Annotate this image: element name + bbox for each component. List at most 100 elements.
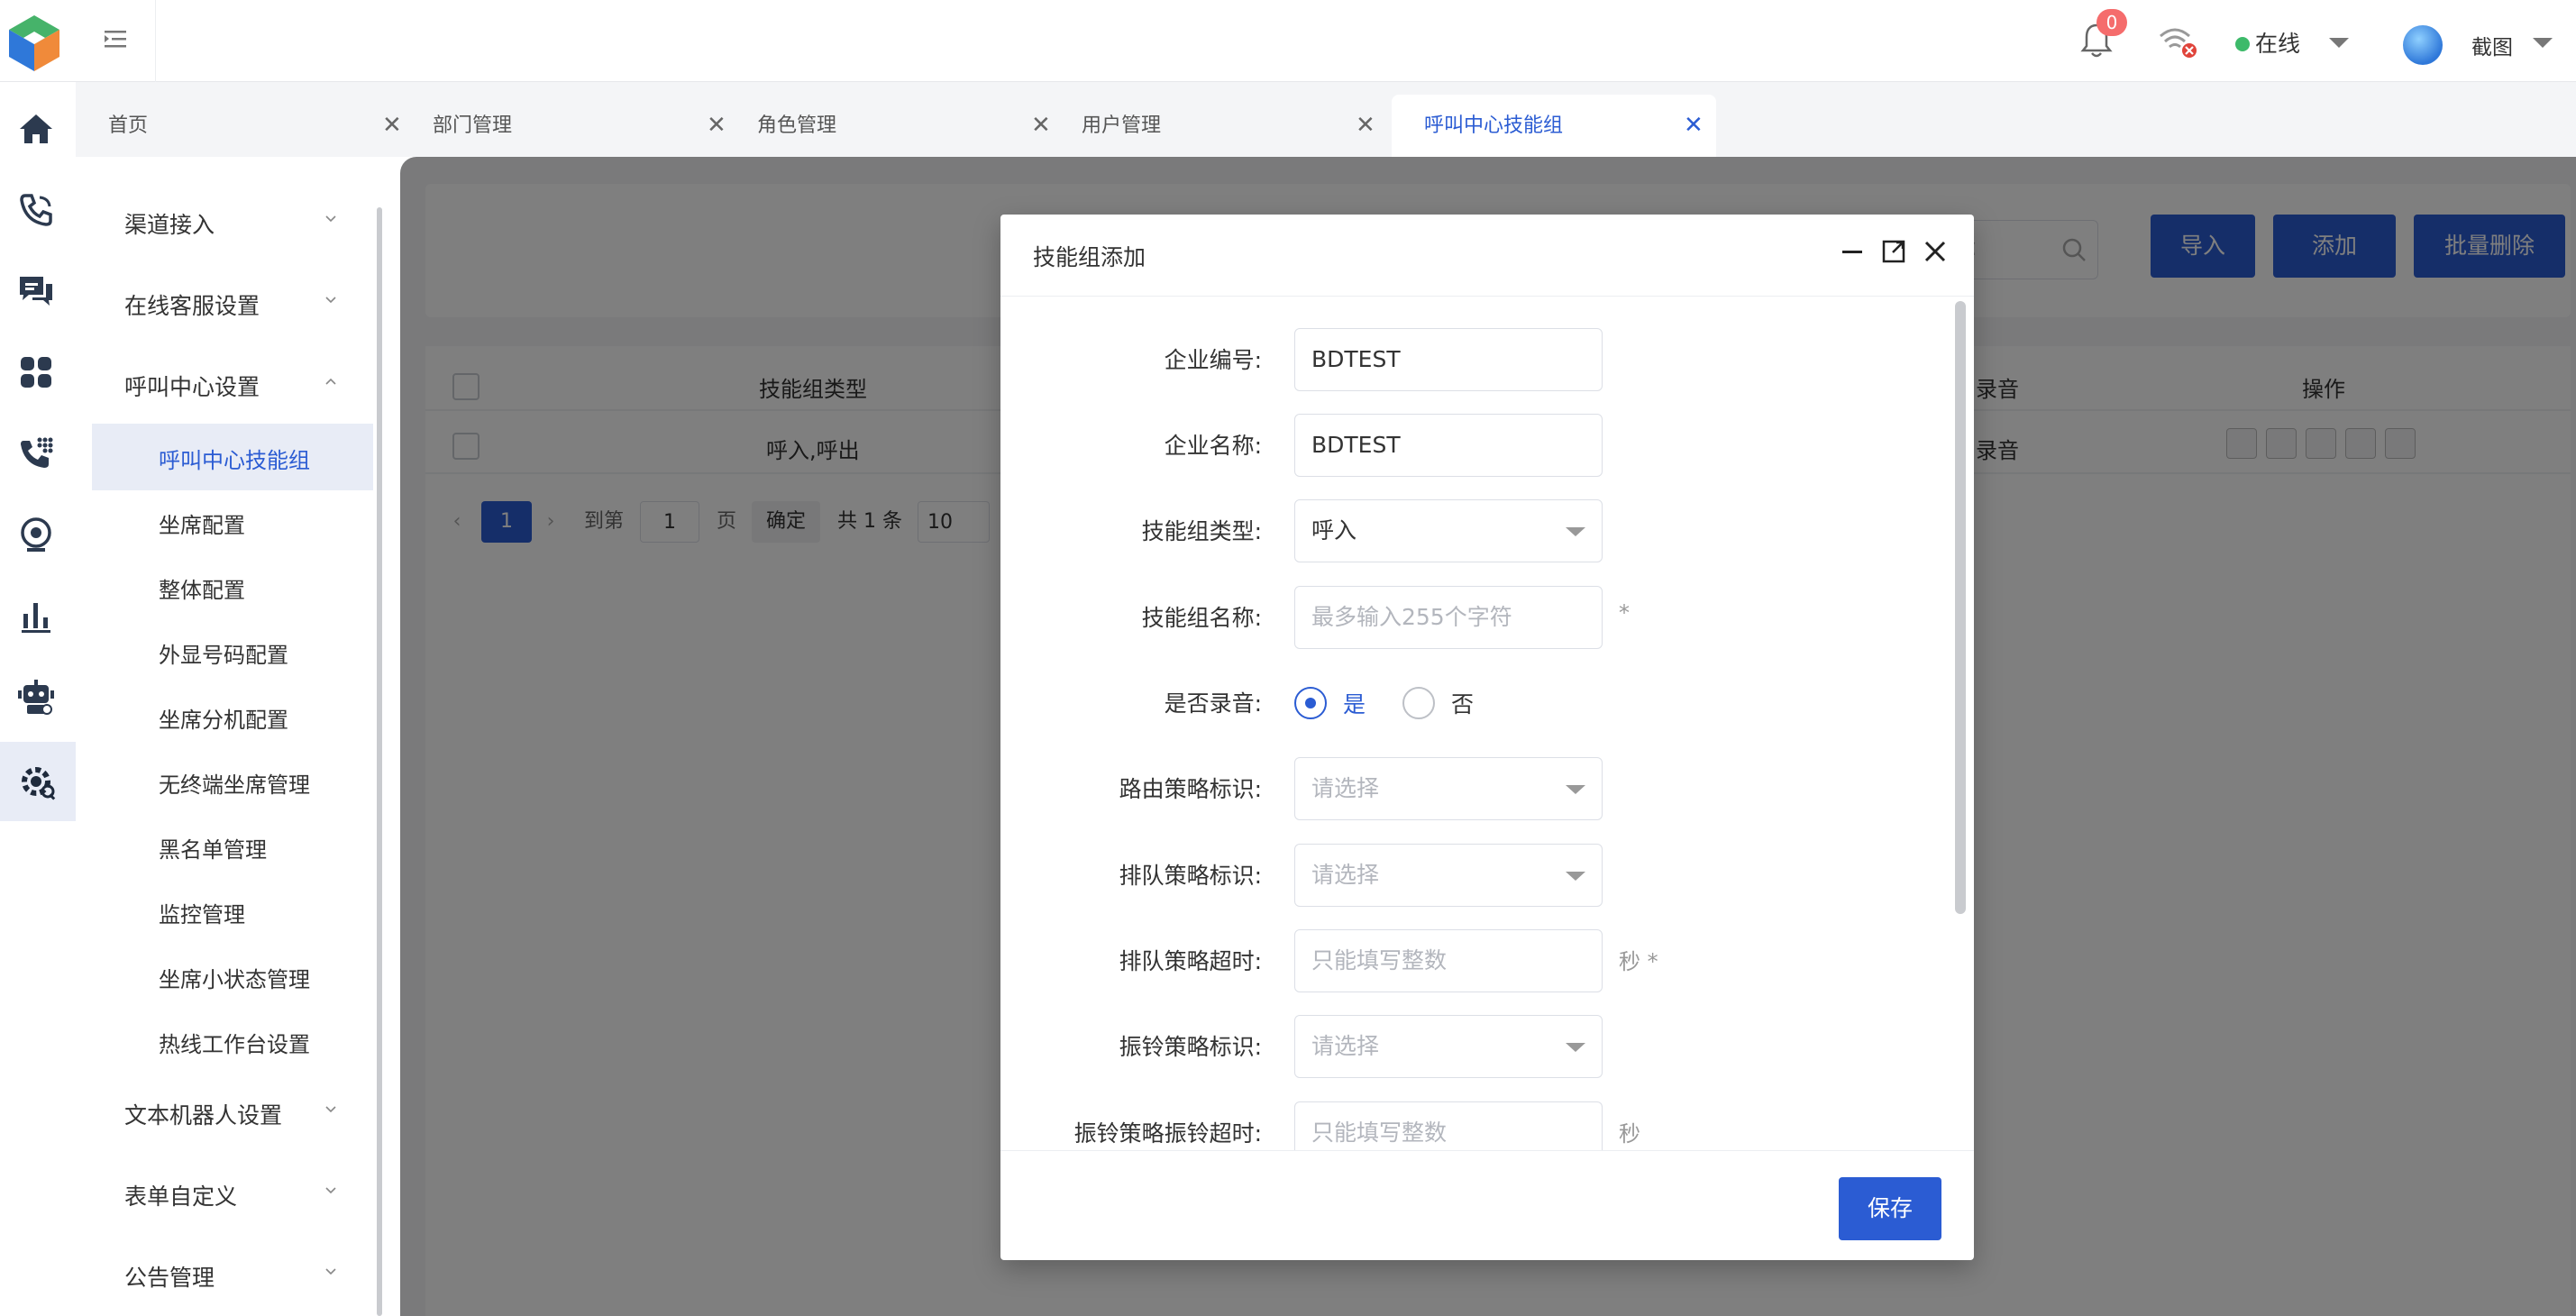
ring-timeout-unit: 秒 xyxy=(1619,1121,1640,1147)
wifi-disconnected-icon xyxy=(2160,28,2197,58)
record-yes-radio[interactable] xyxy=(1294,687,1327,719)
avatar[interactable] xyxy=(2403,25,2443,65)
phone-call-icon[interactable] xyxy=(11,185,61,235)
status-dropdown-icon[interactable] xyxy=(2329,38,2349,48)
chevron-down-icon xyxy=(325,215,336,223)
chevron-down-icon xyxy=(325,1187,336,1194)
sidebar-item-seat-config[interactable]: 坐席配置 xyxy=(159,507,245,539)
app-logo-icon xyxy=(9,15,59,71)
company-code-field[interactable]: BDTEST xyxy=(1294,328,1603,391)
required-mark: * xyxy=(1619,600,1630,626)
sidebar-group-text-robot[interactable]: 文本机器人设置 xyxy=(124,1098,282,1130)
tab-user[interactable]: 用户管理 ✕ xyxy=(1049,95,1375,157)
sidebar-item-extension-config[interactable]: 坐席分机配置 xyxy=(159,702,288,734)
online-status-dot xyxy=(2235,37,2250,51)
apps-icon[interactable] xyxy=(11,347,61,398)
sidebar-item-monitor[interactable]: 监控管理 xyxy=(159,897,245,928)
chevron-down-icon xyxy=(1566,527,1585,536)
dialog-title: 技能组添加 xyxy=(1033,244,1146,270)
route-policy-placeholder: 请选择 xyxy=(1311,775,1380,801)
home-icon[interactable] xyxy=(11,104,61,154)
sidebar-group-channel[interactable]: 渠道接入 xyxy=(124,207,215,240)
camera-icon[interactable] xyxy=(11,509,61,560)
dialog-footer-divider xyxy=(1000,1150,1974,1151)
group-name-field[interactable]: 最多输入255个字符 xyxy=(1294,586,1603,649)
online-status-text[interactable]: 在线 xyxy=(2255,26,2300,59)
sidebar-item-seat-substatus[interactable]: 坐席小状态管理 xyxy=(159,962,310,993)
sidebar-item-overall-config[interactable]: 整体配置 xyxy=(159,572,245,604)
sidebar-group-call-center[interactable]: 呼叫中心设置 xyxy=(124,370,260,402)
close-icon[interactable]: ✕ xyxy=(1684,95,1704,157)
group-type-value: 呼入 xyxy=(1311,517,1357,544)
close-icon[interactable]: ✕ xyxy=(707,95,726,157)
tab-home[interactable]: 首页 ✕ xyxy=(76,95,402,157)
chevron-down-icon xyxy=(325,297,336,304)
tabs-bar: 首页 ✕ 部门管理 ✕ 角色管理 ✕ 用户管理 ✕ 呼叫中心技能组 ✕ xyxy=(76,82,2576,157)
close-icon[interactable]: ✕ xyxy=(1031,95,1051,157)
queue-policy-select[interactable]: 请选择 xyxy=(1294,844,1603,907)
record-no-label[interactable]: 否 xyxy=(1451,687,1474,719)
record-label: 是否录音: xyxy=(1164,690,1262,717)
sidebar-group-announcement[interactable]: 公告管理 xyxy=(124,1260,215,1293)
tab-label: 首页 xyxy=(108,114,149,137)
tab-label: 呼叫中心技能组 xyxy=(1424,114,1564,137)
record-no-radio[interactable] xyxy=(1402,687,1435,719)
record-yes-label[interactable]: 是 xyxy=(1343,687,1366,719)
chevron-down-icon xyxy=(325,1106,336,1113)
route-policy-select[interactable]: 请选择 xyxy=(1294,757,1603,820)
company-code-label: 企业编号: xyxy=(1164,347,1262,373)
chevron-up-icon xyxy=(325,378,336,385)
group-type-select[interactable]: 呼入 xyxy=(1294,499,1603,562)
header-divider xyxy=(155,0,156,82)
save-button[interactable]: 保存 xyxy=(1839,1177,1941,1240)
icon-rail xyxy=(0,82,76,1316)
ring-timeout-field[interactable]: 只能填写整数 xyxy=(1294,1101,1603,1150)
top-header: 0 在线 截图 xyxy=(0,0,2576,82)
close-icon[interactable]: ✕ xyxy=(382,95,402,157)
sidebar-item-display-number[interactable]: 外显号码配置 xyxy=(159,637,288,669)
skill-group-add-dialog: 技能组添加 企业编号: BDTEST 企业名称: BDTEST 技能组类型: 呼… xyxy=(1000,215,1974,1260)
ring-policy-label: 振铃策略标识: xyxy=(1119,1034,1262,1060)
settings-gear-icon[interactable] xyxy=(0,742,76,821)
sidebar-item-skill-group[interactable]: 呼叫中心技能组 xyxy=(159,443,310,474)
bar-chart-icon[interactable] xyxy=(11,590,61,641)
sidebar-item-blacklist[interactable]: 黑名单管理 xyxy=(159,832,267,864)
tab-department[interactable]: 部门管理 ✕ xyxy=(400,95,726,157)
user-name[interactable]: 截图 xyxy=(2471,30,2513,60)
robot-icon[interactable] xyxy=(11,672,61,722)
group-type-label: 技能组类型: xyxy=(1141,518,1262,544)
ring-policy-select[interactable]: 请选择 xyxy=(1294,1015,1603,1078)
chevron-down-icon xyxy=(325,1268,336,1275)
close-icon[interactable]: ✕ xyxy=(1356,95,1375,157)
dialog-header-divider xyxy=(1000,296,1974,297)
chevron-down-icon xyxy=(1566,872,1585,881)
dialog-scrollbar[interactable] xyxy=(1955,301,1966,914)
tab-role[interactable]: 角色管理 ✕ xyxy=(725,95,1051,157)
tab-label: 部门管理 xyxy=(433,114,513,137)
menu-toggle-icon[interactable] xyxy=(99,23,132,56)
maximize-icon[interactable] xyxy=(1878,236,1909,267)
tab-label: 用户管理 xyxy=(1082,114,1162,137)
queue-policy-label: 排队策略标识: xyxy=(1119,863,1262,889)
dialpad-phone-icon[interactable] xyxy=(11,428,61,479)
close-icon[interactable] xyxy=(1920,236,1950,267)
sidebar-scrollbar[interactable] xyxy=(377,207,382,1316)
queue-policy-placeholder: 请选择 xyxy=(1311,862,1380,888)
chevron-down-icon xyxy=(1566,785,1585,794)
ring-policy-placeholder: 请选择 xyxy=(1311,1033,1380,1059)
sidebar-group-form-custom[interactable]: 表单自定义 xyxy=(124,1179,237,1211)
company-name-field[interactable]: BDTEST xyxy=(1294,414,1603,477)
minimize-icon[interactable] xyxy=(1837,236,1868,267)
queue-timeout-unit: 秒 * xyxy=(1619,949,1658,974)
company-name-label: 企业名称: xyxy=(1164,433,1262,459)
tab-skill-group[interactable]: 呼叫中心技能组 ✕ xyxy=(1392,95,1716,157)
sidebar-item-no-terminal-seat[interactable]: 无终端坐席管理 xyxy=(159,767,310,799)
ring-timeout-label: 振铃策略振铃超时: xyxy=(1073,1120,1262,1147)
sidebar-item-hotline-workbench[interactable]: 热线工作台设置 xyxy=(159,1027,310,1058)
queue-timeout-field[interactable]: 只能填写整数 xyxy=(1294,929,1603,992)
sidebar-group-online-service[interactable]: 在线客服设置 xyxy=(124,288,260,321)
chat-icon[interactable] xyxy=(11,266,61,316)
tab-label: 角色管理 xyxy=(757,114,837,137)
user-dropdown-icon[interactable] xyxy=(2533,38,2553,48)
route-policy-label: 路由策略标识: xyxy=(1119,776,1262,802)
